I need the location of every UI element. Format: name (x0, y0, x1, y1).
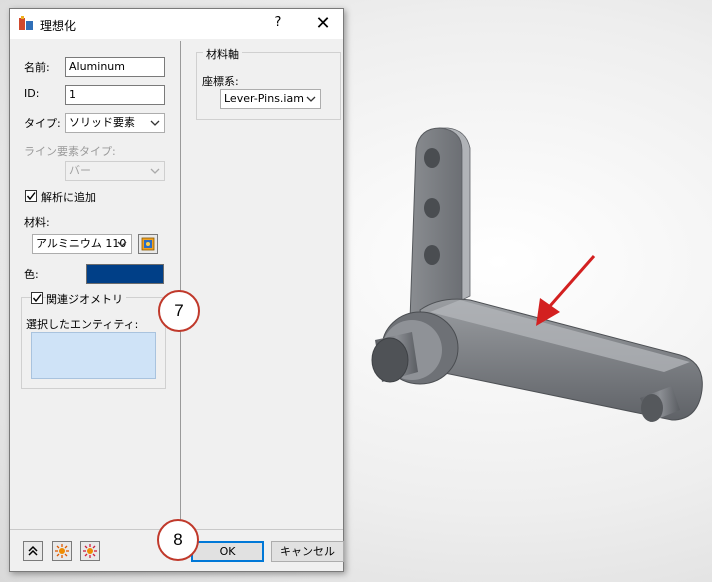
collapse-button[interactable] (23, 541, 43, 561)
line-type-label: ライン要素タイプ: (24, 145, 116, 158)
title-bar: 理想化 ? ✕ (10, 9, 343, 39)
callout-7: 7 (158, 290, 200, 332)
selected-entities-box[interactable] (31, 332, 156, 379)
cancel-button[interactable]: キャンセル (271, 541, 344, 562)
name-label: 名前: (24, 61, 50, 74)
callout-8: 8 (157, 519, 199, 561)
multi-starburst-icon (83, 544, 97, 558)
chevron-down-icon (117, 241, 127, 247)
type-dropdown-value: ソリッド要素 (69, 116, 135, 129)
material-library-icon (141, 237, 155, 251)
ok-button[interactable]: OK (191, 541, 264, 562)
apply-idealization-button[interactable] (52, 541, 72, 561)
add-to-analysis-checkbox[interactable] (25, 190, 37, 202)
line-type-dropdown: バー (65, 161, 165, 181)
material-dropdown-value: アルミニウム 110 (36, 237, 127, 250)
coordinate-system-dropdown[interactable]: Lever-Pins.iam (220, 89, 321, 109)
double-chevron-up-icon (28, 545, 38, 556)
type-dropdown[interactable]: ソリッド要素 (65, 113, 165, 133)
chevron-down-icon (150, 120, 160, 126)
line-type-dropdown-value: バー (69, 164, 91, 177)
starburst-icon (55, 544, 69, 558)
color-swatch[interactable] (86, 264, 164, 284)
selected-entities-label: 選択したエンティティ: (26, 318, 139, 331)
related-geometry-checkbox[interactable] (31, 292, 43, 304)
coordinate-system-label: 座標系: (202, 75, 239, 88)
coordinate-system-value: Lever-Pins.iam (224, 92, 304, 105)
id-label: ID: (24, 87, 40, 100)
idealization-app-icon (19, 16, 33, 30)
material-browser-button[interactable] (138, 234, 158, 254)
chevron-down-icon (150, 168, 160, 174)
checkmark-icon (32, 294, 42, 303)
color-label: 色: (24, 268, 39, 281)
chevron-down-icon (306, 96, 316, 102)
checkmark-icon (26, 192, 36, 201)
material-label: 材料: (24, 216, 50, 229)
add-to-analysis-label: 解析に追加 (41, 191, 96, 204)
apply-all-button[interactable] (80, 541, 100, 561)
material-axis-label: 材料軸 (203, 46, 242, 62)
dialog-title: 理想化 (40, 19, 77, 33)
help-button[interactable]: ? (268, 15, 288, 33)
related-geometry-label: 関連ジオメトリ (46, 291, 126, 307)
id-input[interactable]: 1 (65, 85, 165, 105)
material-dropdown[interactable]: アルミニウム 110 (32, 234, 132, 254)
name-input[interactable]: Aluminum (65, 57, 165, 77)
panel-splitter[interactable] (180, 41, 181, 527)
close-button[interactable]: ✕ (312, 13, 334, 35)
type-label: タイプ: (24, 117, 61, 130)
